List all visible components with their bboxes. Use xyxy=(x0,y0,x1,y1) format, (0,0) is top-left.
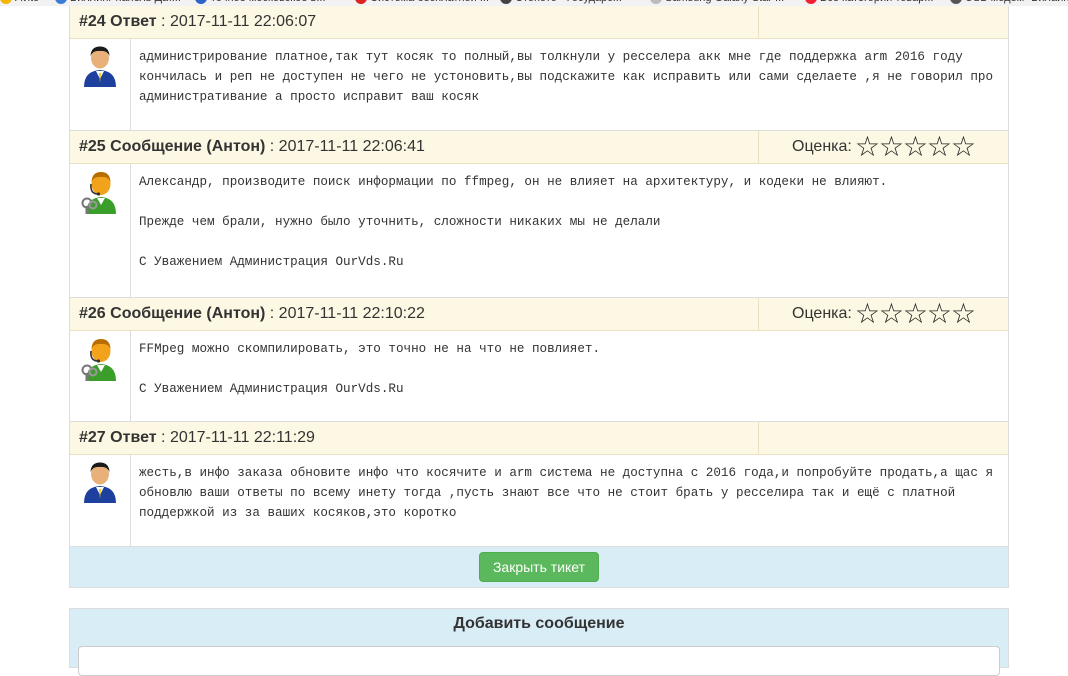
message-title: #27 Ответ : 2017-11-11 22:11:29 xyxy=(79,429,315,446)
star-icon[interactable]: ☆ xyxy=(903,300,928,328)
message-kind: Ответ xyxy=(110,429,157,446)
message-text: жесть,в инфо заказа обновите инфо что ко… xyxy=(131,455,1008,546)
avatar-cell xyxy=(70,331,131,421)
bookmark-label: Все категории товар... xyxy=(820,0,933,4)
message-timestamp: 2017-11-11 22:10:22 xyxy=(278,305,425,322)
message-paragraph: FFMpeg можно скомпилировать, это точно н… xyxy=(139,342,601,356)
message-author: (Антон) xyxy=(206,138,266,155)
rating-cell: Оценка: ☆ ☆ ☆ ☆ ☆ xyxy=(758,298,1008,330)
message-heading: #26 Сообщение (Антон) xyxy=(79,305,265,322)
support-agent-avatar-icon xyxy=(80,170,120,297)
message-paragraph: администрирование платное,так тут косяк … xyxy=(139,50,1001,104)
star-icon[interactable]: ☆ xyxy=(927,133,952,161)
bookmark-label: USB модем "Билайн"... xyxy=(965,0,1068,4)
page-icon xyxy=(650,0,662,5)
message-header: #25 Сообщение (Антон) : 2017-11-11 22:06… xyxy=(70,131,1008,164)
user-avatar-icon xyxy=(81,461,119,546)
ticket-message: #27 Ответ : 2017-11-11 22:11:29 жесть,в и… xyxy=(70,422,1008,547)
close-ticket-bar: Закрыть тикет xyxy=(70,547,1008,588)
message-header: #24 Ответ : 2017-11-11 22:06:07 xyxy=(70,6,1008,39)
message-number: #25 xyxy=(79,138,106,155)
message-timestamp: 2017-11-11 22:06:07 xyxy=(169,13,317,30)
message-header: #26 Сообщение (Антон) : 2017-11-11 22:10… xyxy=(70,298,1008,331)
message-body: FFMpeg можно скомпилировать, это точно н… xyxy=(70,331,1008,422)
add-message-heading: Добавить сообщение xyxy=(453,615,625,632)
message-timestamp: 2017-11-11 22:06:41 xyxy=(278,138,425,155)
shop-icon xyxy=(805,0,817,5)
close-ticket-button[interactable]: Закрыть тикет xyxy=(478,552,600,582)
ticket-message: #24 Ответ : 2017-11-11 22:06:07 администр… xyxy=(70,6,1008,131)
avatar-cell xyxy=(70,164,131,297)
rating-cell xyxy=(758,422,1008,454)
bookmark-label: Samsung Galaxy Star ... xyxy=(665,0,784,4)
tb-icon xyxy=(355,0,367,5)
rating-label: Оценка: xyxy=(792,305,852,322)
message-author: (Антон) xyxy=(206,305,266,322)
message-paragraph: С Уважением Администрация OurVds.Ru xyxy=(139,382,404,396)
bookmark-label: Avito xyxy=(15,0,39,4)
message-paragraph: жесть,в инфо заказа обновите инфо что ко… xyxy=(139,466,1001,520)
message-paragraph: Прежде чем брали, нужно было уточнить, с… xyxy=(139,215,661,229)
lottery-icon xyxy=(500,0,512,5)
message-body: администрирование платное,так тут косяк … xyxy=(70,39,1008,131)
message-textarea[interactable] xyxy=(78,646,1000,676)
message-paragraph: С Уважением Администрация OurVds.Ru xyxy=(139,255,404,269)
star-icon[interactable]: ☆ xyxy=(879,300,904,328)
message-heading: #24 Ответ xyxy=(79,13,157,30)
rating-cell xyxy=(758,6,1008,38)
star-icon[interactable]: ☆ xyxy=(951,133,976,161)
message-kind: Сообщение xyxy=(110,305,202,322)
message-header: #27 Ответ : 2017-11-11 22:11:29 xyxy=(70,422,1008,455)
message-text: Александр, производите поиск информации … xyxy=(131,164,1008,297)
add-message-panel: Добавить сообщение xyxy=(69,608,1009,676)
message-body: жесть,в инфо заказа обновите инфо что ко… xyxy=(70,455,1008,547)
star-icon[interactable]: ☆ xyxy=(903,133,928,161)
message-kind: Сообщение xyxy=(110,138,202,155)
rating-stars: ☆ ☆ ☆ ☆ ☆ xyxy=(855,133,976,161)
message-kind: Ответ xyxy=(110,13,157,30)
bookmark-label: Стопото - Государс... xyxy=(515,0,622,4)
message-text: FFMpeg можно скомпилировать, это точно н… xyxy=(131,331,1008,421)
message-number: #27 xyxy=(79,429,106,446)
rating-cell: Оценка: ☆ ☆ ☆ ☆ ☆ xyxy=(758,131,1008,163)
support-agent-avatar-icon xyxy=(80,337,120,421)
avito-icon xyxy=(0,0,12,5)
message-paragraph: Александр, производите поиск информации … xyxy=(139,175,888,189)
message-text: администрирование платное,так тут косяк … xyxy=(131,39,1008,130)
message-title: #25 Сообщение (Антон) : 2017-11-11 22:06… xyxy=(79,138,425,155)
rating-stars: ☆ ☆ ☆ ☆ ☆ xyxy=(855,300,976,328)
message-timestamp: 2017-11-11 22:11:29 xyxy=(169,429,315,446)
message-heading: #25 Сообщение (Антон) xyxy=(79,138,265,155)
bookmark-label: Система бесплатной ... xyxy=(370,0,489,4)
star-icon[interactable]: ☆ xyxy=(855,133,880,161)
ticket-message: #26 Сообщение (Антон) : 2017-11-11 22:10… xyxy=(70,298,1008,422)
star-icon[interactable]: ☆ xyxy=(879,133,904,161)
user-avatar-icon xyxy=(81,45,119,130)
clock-icon xyxy=(195,0,207,5)
message-title: #24 Ответ : 2017-11-11 22:06:07 xyxy=(79,13,317,30)
rating-label: Оценка: xyxy=(792,138,852,155)
bookmark-label: Биллинг панель Дат... xyxy=(70,0,181,4)
modem-icon xyxy=(950,0,962,5)
bookmark-label: Точное московское в... xyxy=(210,0,326,4)
message-number: #24 xyxy=(79,13,106,30)
message-title: #26 Сообщение (Антон) : 2017-11-11 22:10… xyxy=(79,305,425,322)
star-icon[interactable]: ☆ xyxy=(951,300,976,328)
bookmark-item[interactable]: Avito xyxy=(0,0,39,6)
billing-icon xyxy=(55,0,67,5)
ticket-message: #25 Сообщение (Антон) : 2017-11-11 22:06… xyxy=(70,131,1008,298)
star-icon[interactable]: ☆ xyxy=(927,300,952,328)
message-body: Александр, производите поиск информации … xyxy=(70,164,1008,298)
message-number: #26 xyxy=(79,305,106,322)
avatar-cell xyxy=(70,39,131,130)
message-heading: #27 Ответ xyxy=(79,429,157,446)
avatar-cell xyxy=(70,455,131,546)
ticket-thread: #24 Ответ : 2017-11-11 22:06:07 администр… xyxy=(69,6,1009,588)
star-icon[interactable]: ☆ xyxy=(855,300,880,328)
